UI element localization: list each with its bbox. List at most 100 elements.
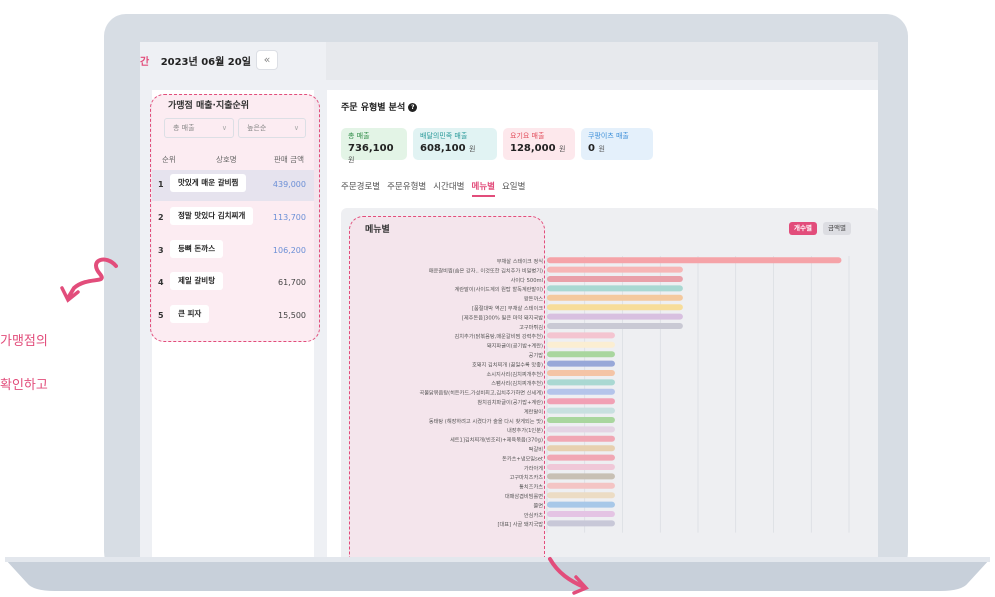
menu-label: [제주돈음]300% 필큰 마약 돼지국밥 — [462, 313, 543, 321]
menu-label: 소시지사리(김치찌개추천) — [486, 370, 543, 378]
top-right-area — [326, 42, 878, 80]
tab-4[interactable]: 요일별 — [502, 180, 525, 195]
menu-bar[interactable] — [547, 266, 683, 273]
card-label: 요기요 매출 — [510, 132, 545, 140]
menu-bar[interactable] — [547, 341, 615, 348]
card-unit: 원 — [598, 145, 605, 153]
ranking-row[interactable]: 2 정말 맛있다 김치찌개 113,700 — [152, 203, 314, 234]
card-value: 0 — [588, 143, 595, 154]
sales-amount: 113,700 — [272, 213, 306, 222]
down-arrow-icon — [548, 557, 589, 595]
sort-order-select[interactable]: 높은순 ∨ — [238, 118, 306, 138]
sales-amount: 439,000 — [272, 180, 306, 189]
sales-card: 총 매출 736,100 원 — [341, 128, 407, 164]
tab-0[interactable]: 주문경로별 — [341, 180, 380, 195]
menu-label: 돈카츠+냉모밀set — [502, 454, 543, 462]
menu-bar[interactable] — [547, 407, 615, 414]
menu-bar[interactable] — [547, 276, 683, 282]
menu-label: 대패삼겹비빔롤면 — [505, 492, 543, 500]
menu-bar[interactable] — [547, 360, 615, 367]
date-value: 2023년 06월 20일 — [160, 57, 251, 68]
menu-bar[interactable] — [547, 388, 615, 395]
chevron-down-icon: ∨ — [221, 124, 227, 132]
store-name: 큰 피자 — [170, 305, 210, 323]
menu-label: 김치추가(닭볶음탕,매운갈비찜 강력추천) — [455, 332, 543, 340]
card-label: 총 매출 — [348, 132, 370, 140]
menu-label: 통치즈카츠 — [519, 483, 543, 491]
col-rank: 순위 — [162, 155, 176, 164]
chevron-down-icon: ∨ — [293, 124, 299, 132]
menu-bar[interactable] — [547, 482, 615, 489]
menu-label: 고구마튀김 — [519, 323, 543, 331]
card-unit: 원 — [469, 145, 476, 153]
menu-bar[interactable] — [547, 454, 615, 461]
menu-bar[interactable] — [547, 351, 615, 358]
menu-label: 쫄면 — [533, 501, 543, 509]
col-amount: 판매 금액 — [274, 155, 304, 164]
tab-3[interactable]: 메뉴별 — [471, 180, 495, 197]
help-icon[interactable]: ? — [408, 103, 418, 112]
sort-type-select[interactable]: 총 매출 ∨ — [164, 118, 234, 138]
menu-label: 고구마치즈카츠 — [510, 473, 544, 481]
rank-number: 1 — [158, 180, 164, 189]
ranking-row[interactable]: 5 큰 피자 15,500 — [152, 301, 314, 332]
menu-bar[interactable] — [547, 257, 842, 264]
menu-bar[interactable] — [547, 492, 615, 499]
menu-label: [품절대박 역곤] 부채살 스테이크 — [472, 304, 543, 312]
rank-number: 4 — [158, 278, 164, 287]
menu-bar[interactable] — [547, 332, 615, 339]
menu-label: 계란말이 — [524, 407, 543, 415]
menu-label: 안심카츠 — [524, 511, 543, 519]
card-unit: 원 — [559, 145, 566, 153]
sales-card: 요기요 매출 128,000 원 — [503, 128, 575, 160]
tab-2[interactable]: 시간대별 — [433, 180, 464, 195]
date-label: 간 2023년 06월 20일 — [140, 57, 251, 68]
ranking-panel: 가맹점 매출·지출순위 총 매출 ∨ 높은순 ∨ 순위 상호명 판매 금액 1 맛있… — [150, 90, 320, 557]
menu-label: 왕돈까스 — [524, 295, 543, 303]
ranking-row[interactable]: 4 제일 갈비탕 61,700 — [152, 268, 314, 299]
menu-bar[interactable] — [547, 473, 615, 480]
menu-bar[interactable] — [547, 426, 615, 433]
menu-label: 매운갈비찜(숨은 강자.. 이것또한 김치추가 비밀병기) — [429, 266, 543, 274]
tab-1[interactable]: 주문유형별 — [387, 180, 426, 195]
menu-bar[interactable] — [547, 501, 615, 508]
annotation-line-2: 확인하고 — [0, 378, 48, 393]
store-name: 맛있게 매운 갈비찜 — [170, 174, 247, 192]
ranking-title: 가맹점 매출·지출순위 — [168, 101, 250, 111]
menu-bar[interactable] — [547, 398, 615, 405]
menu-bar[interactable] — [547, 511, 615, 517]
menu-bar[interactable] — [547, 323, 683, 329]
store-name: 정말 맛있다 김치찌개 — [170, 207, 254, 225]
analysis-tabs: 주문경로별 주문유형별 시간대별 메뉴별 요일별 — [341, 180, 532, 197]
menu-bar[interactable] — [547, 304, 683, 311]
menu-label: 내장추가(1인분) — [507, 426, 543, 434]
menu-label: 가라아게 — [524, 464, 543, 472]
card-value: 128,000 — [510, 143, 556, 154]
store-name: 등뼈 돈까스 — [170, 240, 224, 258]
menu-bar[interactable] — [547, 464, 615, 470]
menu-bar[interactable] — [547, 520, 615, 527]
card-label: 쿠팡이츠 매출 — [588, 132, 629, 140]
annotation-line-1: 가맹점의 — [0, 334, 48, 349]
laptop-base — [5, 557, 990, 591]
menu-bar[interactable] — [547, 435, 615, 442]
menu-bar[interactable] — [547, 445, 615, 452]
menu-bar[interactable] — [547, 285, 683, 292]
menu-label: 동태탕 (해장하려고 시켰다가 술을 다시 찾게되는 맛) — [429, 417, 543, 425]
ranking-row[interactable]: 1 맛있게 매운 갈비찜 439,000 — [152, 170, 314, 201]
menu-label: 돼지파글이(공기밥+계란) — [487, 342, 543, 350]
menu-bar[interactable] — [547, 370, 615, 376]
card-label: 배달의민족 매출 — [420, 132, 468, 140]
card-value: 736,100 — [348, 143, 394, 154]
rank-number: 2 — [158, 213, 164, 222]
menu-label: 계란말이(사이드계의 원탑 할독계란말이) — [455, 285, 543, 293]
collapse-button[interactable]: « — [256, 50, 278, 70]
menu-bar[interactable] — [547, 313, 683, 320]
menu-bar[interactable] — [547, 379, 615, 386]
store-name: 제일 갈비탕 — [170, 272, 224, 290]
menu-bar[interactable] — [547, 417, 615, 423]
ranking-row[interactable]: 3 등뼈 돈까스 106,200 — [152, 236, 314, 267]
menu-bar-chart: 부채살 스테이크 정식매운갈비찜(숨은 강자.. 이것또한 김치추가 비밀병기)… — [419, 256, 850, 533]
menu-bar[interactable] — [547, 294, 683, 301]
card-unit: 원 — [348, 156, 355, 164]
